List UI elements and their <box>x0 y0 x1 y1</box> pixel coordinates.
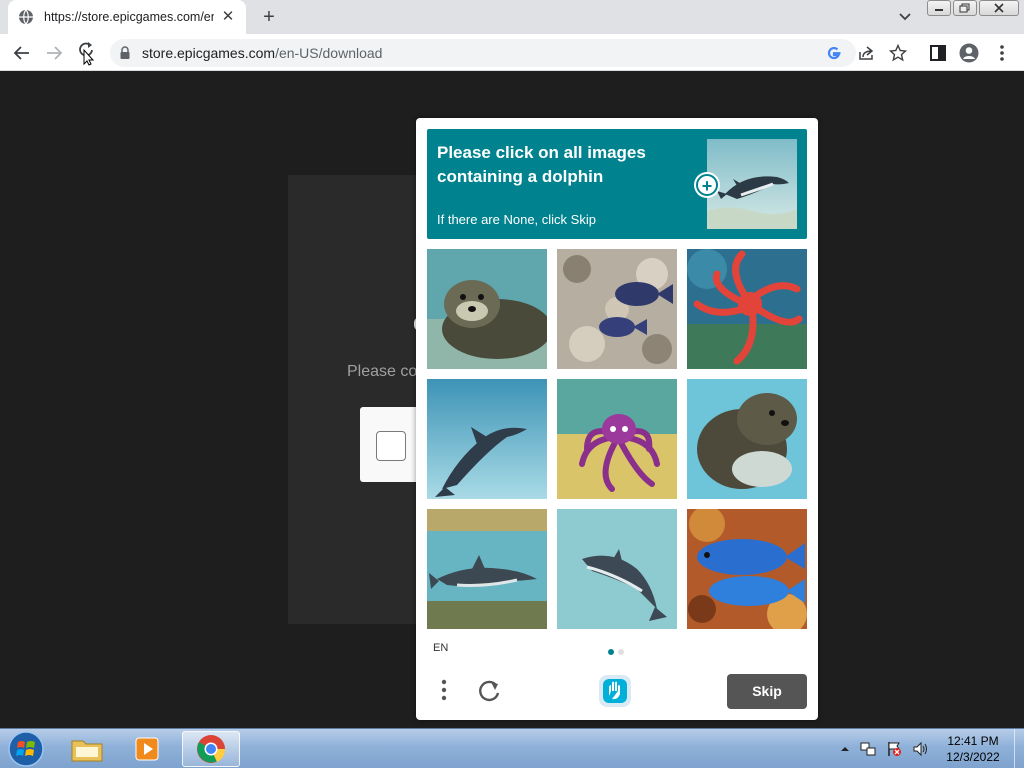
window-controls <box>927 0 1019 16</box>
restore-icon <box>959 3 970 13</box>
close-window-button[interactable] <box>979 0 1019 16</box>
chrome-icon <box>197 735 226 763</box>
profile-button[interactable] <box>959 43 979 63</box>
globe-icon <box>19 9 33 25</box>
blue-fish-image <box>687 509 807 629</box>
tab-close-icon[interactable]: ✕ <box>220 9 236 25</box>
captcha-challenge: Please click on all images containing a … <box>416 118 818 720</box>
reload-button[interactable] <box>74 41 98 66</box>
clock-time: 12:41 PM <box>947 734 999 748</box>
image-tile[interactable] <box>427 509 547 629</box>
seal-image <box>687 379 807 499</box>
side-panel-button[interactable] <box>928 43 948 63</box>
image-tile[interactable] <box>557 509 677 629</box>
seal-image <box>427 249 547 369</box>
tab-search-chevron-icon[interactable] <box>896 9 914 25</box>
image-grid <box>427 249 807 629</box>
taskbar-file-explorer[interactable] <box>58 731 116 767</box>
share-icon <box>859 46 874 60</box>
chrome-menu-button[interactable] <box>992 43 1012 63</box>
image-tile[interactable] <box>557 249 677 369</box>
image-tile[interactable] <box>427 379 547 499</box>
page-indicator <box>608 649 624 655</box>
language-selector[interactable]: EN <box>433 642 448 654</box>
side-panel-icon <box>930 45 946 61</box>
example-image[interactable] <box>707 139 797 229</box>
purple-octopus-image <box>557 379 677 499</box>
prompt-subtext: If there are None, click Skip <box>437 212 596 227</box>
skip-button[interactable]: Skip <box>727 674 807 709</box>
url-host: store.epicgames.com <box>142 45 276 61</box>
image-tile[interactable] <box>557 379 677 499</box>
show-hidden-icons-icon[interactable] <box>840 744 850 754</box>
system-clock[interactable]: 12:41 PM 12/3/2022 <box>936 733 1010 765</box>
captcha-checkbox-widget <box>360 407 420 482</box>
image-tile[interactable] <box>427 249 547 369</box>
forward-arrow-icon <box>47 46 63 60</box>
more-options-icon[interactable] <box>436 676 452 704</box>
captcha-prompt: Please click on all images containing a … <box>427 129 807 239</box>
google-translate-icon[interactable] <box>826 45 842 61</box>
address-bar[interactable]: store.epicgames.com/en-US/download <box>110 39 856 67</box>
image-tile[interactable] <box>687 379 807 499</box>
volume-icon[interactable] <box>912 741 930 757</box>
taskbar: 12:41 PM 12/3/2022 <box>0 728 1024 768</box>
back-arrow-icon <box>13 46 29 60</box>
prompt-text: Please click on all images containing a … <box>437 143 646 186</box>
minimize-button[interactable] <box>927 0 951 16</box>
taskbar-media-player[interactable] <box>118 731 176 767</box>
url-path: /en-US/download <box>275 45 383 61</box>
browser-tab[interactable]: https://store.epicgames.com/en- ✕ <box>8 0 246 34</box>
clock-date: 12/3/2022 <box>946 750 1000 764</box>
restore-button[interactable] <box>953 0 977 16</box>
page-message: Please co <box>347 363 418 380</box>
url-text: store.epicgames.com/en-US/download <box>142 45 382 61</box>
folder-icon <box>71 740 103 762</box>
tab-strip: https://store.epicgames.com/en- ✕ + <box>0 0 1024 34</box>
reload-icon <box>79 42 95 66</box>
captcha-checkbox[interactable] <box>376 431 406 461</box>
page-dot <box>618 649 624 655</box>
refresh-icon[interactable] <box>474 676 504 706</box>
lock-icon[interactable] <box>120 46 130 59</box>
tab-title: https://store.epicgames.com/en- <box>44 10 214 24</box>
bookmark-button[interactable] <box>888 43 908 63</box>
expand-example-icon[interactable]: + <box>696 174 718 196</box>
minimize-icon <box>935 9 943 11</box>
taskbar-chrome[interactable] <box>182 731 240 767</box>
action-center-flag-icon[interactable] <box>886 741 902 757</box>
profile-avatar-icon <box>959 43 979 63</box>
image-tile[interactable] <box>687 249 807 369</box>
kebab-menu-icon <box>1000 45 1004 61</box>
close-icon <box>994 3 1004 13</box>
back-button[interactable] <box>10 41 34 65</box>
network-icon[interactable] <box>860 741 876 757</box>
dolphin-image <box>427 509 547 629</box>
forward-button[interactable] <box>42 41 66 65</box>
dolphin-image <box>557 509 677 629</box>
browser-toolbar: store.epicgames.com/en-US/download <box>0 34 1024 71</box>
red-octopus-image <box>687 249 807 369</box>
media-player-icon <box>135 737 159 761</box>
start-button[interactable] <box>6 730 46 768</box>
image-tile[interactable] <box>687 509 807 629</box>
star-icon <box>889 44 907 62</box>
share-button[interactable] <box>856 43 876 63</box>
page-dot-active <box>608 649 614 655</box>
fish-on-coral-image <box>557 249 677 369</box>
system-tray <box>840 729 930 768</box>
hcaptcha-logo-icon[interactable] <box>598 674 632 708</box>
show-desktop-button[interactable] <box>1014 729 1024 768</box>
dolphin-image <box>427 379 547 499</box>
captcha-footer: Skip <box>416 666 818 720</box>
new-tab-button[interactable]: + <box>258 7 280 29</box>
